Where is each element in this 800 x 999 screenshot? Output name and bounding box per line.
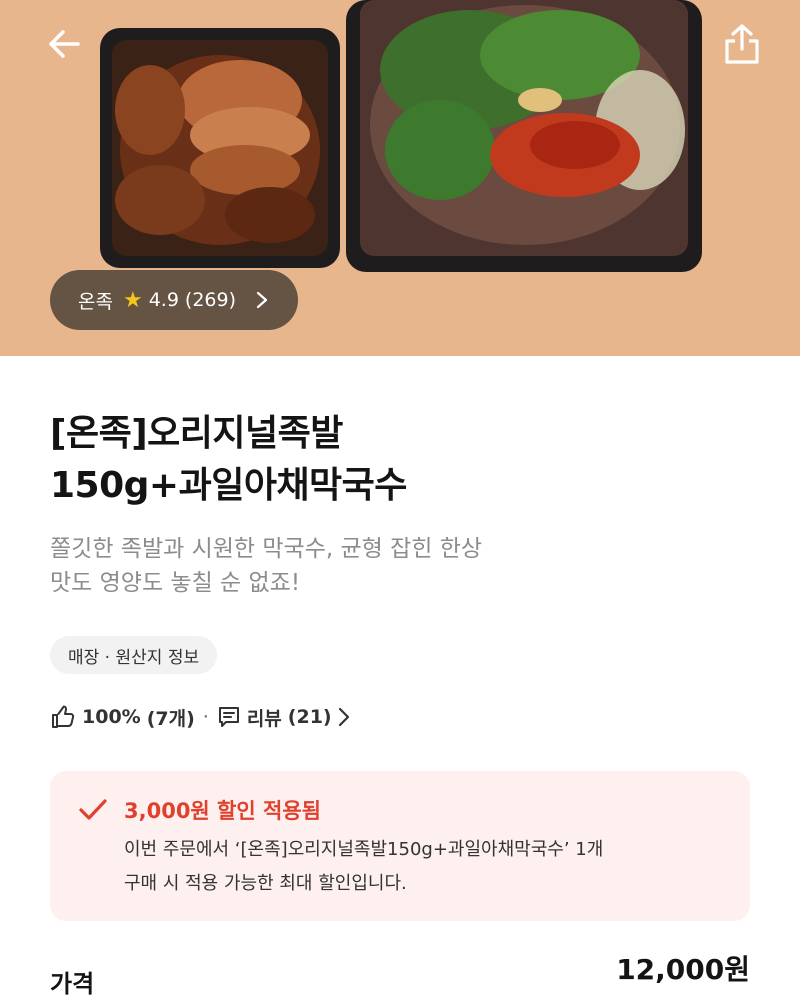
discount-applied-box: 3,000원 할인 적용됨 이번 주문에서 ‘[온족]오리지널족발150g+과일… (50, 771, 750, 921)
product-title: [온족]오리지널족발 150g+과일아채막국수 (50, 408, 750, 512)
arrow-left-icon (49, 30, 80, 58)
discount-title: 3,000원 할인 적용됨 (124, 799, 321, 823)
price-value: 12,000원 (616, 953, 750, 986)
product-description: 쫄깃한 족발과 시원한 막국수, 균형 잡힌 한상 맛도 영양도 놓칠 순 없죠… (50, 532, 750, 600)
like-count: (7개) (146, 707, 195, 730)
product-description-line2: 맛도 영양도 놓칠 순 없죠! (50, 570, 301, 596)
like-percent: 100% (82, 706, 141, 728)
discount-description: 이번 주문에서 ‘[온족]오리지널족발150g+과일아채막국수’ 1개 구매 시… (124, 833, 744, 901)
review-label: 리뷰 (246, 707, 282, 730)
store-origin-info-button[interactable]: 매장 · 원산지 정보 (50, 636, 218, 674)
chevron-right-icon (256, 291, 268, 309)
discount-description-line1: 이번 주문에서 ‘[온족]오리지널족발150g+과일아채막국수’ 1개 (124, 839, 604, 860)
thumbs-up-icon (52, 705, 75, 728)
share-button[interactable] (714, 16, 770, 72)
store-rating: 4.9 (148, 289, 179, 311)
review-link[interactable]: 리뷰 (21) (217, 704, 350, 731)
share-icon (725, 24, 759, 64)
product-title-line2: 150g+과일아채막국수 (50, 465, 407, 506)
product-description-line1: 쫄깃한 족발과 시원한 막국수, 균형 잡힌 한상 (50, 536, 483, 562)
product-title-line1: [온족]오리지널족발 (50, 413, 343, 454)
store-rating-pill[interactable]: 온족 ★ 4.9 (269) (50, 270, 299, 330)
star-icon: ★ (122, 287, 143, 313)
comment-icon (218, 707, 239, 727)
check-icon (79, 799, 107, 820)
discount-description-line2: 구매 시 적용 가능한 최대 할인입니다. (124, 873, 407, 894)
store-review-count: (269) (184, 289, 237, 311)
review-count: (21) (287, 706, 332, 728)
chevron-right-icon (338, 707, 349, 727)
stats-separator: · (202, 706, 209, 728)
product-stats: 100% (7개) · 리뷰 (21) (50, 700, 350, 734)
product-hero: 온족 ★ 4.9 (269) (0, 0, 800, 356)
store-name: 온족 (78, 290, 113, 313)
back-button[interactable] (36, 16, 92, 72)
